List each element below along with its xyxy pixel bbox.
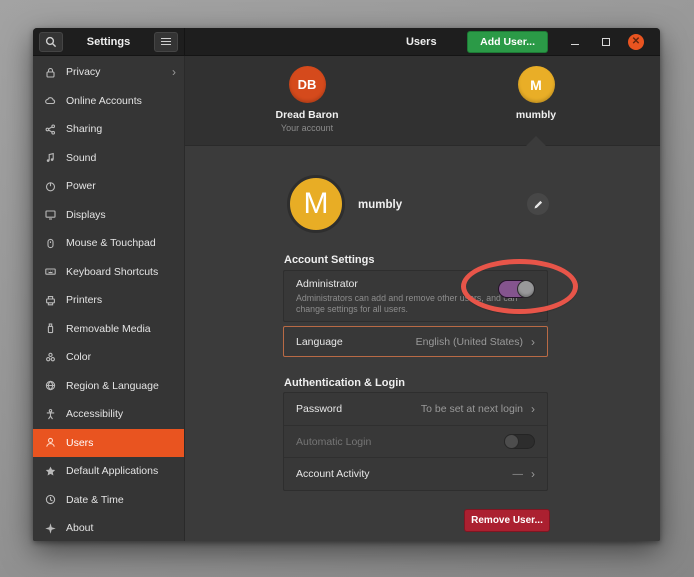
account-activity-value: — (513, 468, 524, 480)
user-name: mumbly (476, 109, 596, 121)
sidebar-item-default-applications[interactable]: Default Applications (33, 457, 184, 486)
page-title: Users (406, 36, 437, 48)
share-icon (43, 123, 57, 136)
sidebar-item-online-accounts[interactable]: Online Accounts (33, 87, 184, 116)
account-activity-label: Account Activity (296, 468, 370, 480)
printer-icon (43, 294, 57, 307)
pencil-icon (533, 199, 544, 210)
language-label: Language (296, 336, 343, 348)
accessibility-icon (43, 408, 57, 421)
sidebar-item-removable-media[interactable]: Removable Media (33, 315, 184, 344)
search-icon (45, 36, 57, 48)
sidebar-item-color[interactable]: Color (33, 343, 184, 372)
add-user-button[interactable]: Add User... (467, 31, 548, 53)
minimize-button[interactable] (570, 37, 580, 47)
chevron-right-icon: › (531, 402, 535, 416)
sidebar-item-accessibility[interactable]: Accessibility (33, 400, 184, 429)
auth-login-heading: Authentication & Login (284, 377, 405, 389)
keyboard-icon (43, 265, 57, 278)
mouse-icon (43, 237, 57, 250)
sidebar-item-date-time[interactable]: Date & Time (33, 486, 184, 515)
maximize-button[interactable] (602, 38, 610, 46)
sidebar-item-mouse-touchpad[interactable]: Mouse & Touchpad (33, 229, 184, 258)
users-panel: DB Dread Baron Your account M mumbly M m… (185, 56, 660, 541)
sidebar-item-printers[interactable]: Printers (33, 286, 184, 315)
sidebar-item-users[interactable]: Users (33, 429, 184, 458)
automatic-login-toggle[interactable] (504, 434, 535, 449)
user-card-dread-baron[interactable]: DB Dread Baron Your account (247, 66, 367, 133)
lock-icon (43, 66, 57, 79)
avatar: DB (289, 66, 326, 103)
administrator-toggle[interactable] (498, 280, 535, 298)
usb-icon (43, 322, 57, 335)
edit-name-button[interactable] (527, 193, 549, 215)
user-card-mumbly[interactable]: M mumbly (476, 66, 596, 121)
music-note-icon (43, 151, 57, 164)
password-value: To be set at next login (421, 403, 523, 415)
administrator-row[interactable]: Administrator Administrators can add and… (283, 270, 548, 322)
sidebar-item-region-language[interactable]: Region & Language (33, 372, 184, 401)
search-button[interactable] (39, 32, 63, 52)
headerbar-actions: Add User... ✕ (467, 31, 660, 53)
headerbar: Settings Users Add User... ✕ (33, 28, 660, 56)
settings-window: Settings Users Add User... ✕ Privacy › O… (33, 28, 660, 541)
headerbar-content-section: Users Add User... ✕ (185, 28, 660, 55)
sidebar-item-sharing[interactable]: Sharing (33, 115, 184, 144)
cloud-icon (43, 94, 57, 107)
user-name: Dread Baron (247, 109, 367, 121)
remove-user-button[interactable]: Remove User... (464, 509, 550, 532)
toggle-knob (504, 434, 519, 449)
username-label: mumbly (358, 199, 402, 211)
color-icon (43, 351, 57, 364)
sidebar-item-about[interactable]: About (33, 514, 184, 541)
avatar: M (518, 66, 555, 103)
chevron-right-icon: › (531, 335, 535, 349)
clock-icon (43, 493, 57, 506)
globe-icon (43, 379, 57, 392)
automatic-login-label: Automatic Login (296, 436, 371, 448)
selected-user-caret (526, 136, 546, 146)
person-icon (43, 436, 57, 449)
sidebar: Privacy › Online Accounts Sharing Sound … (33, 56, 185, 541)
sidebar-item-displays[interactable]: Displays (33, 201, 184, 230)
power-icon (43, 180, 57, 193)
toggle-knob (517, 280, 535, 298)
sidebar-item-power[interactable]: Power (33, 172, 184, 201)
headerbar-sidebar-section: Settings (33, 28, 185, 55)
chevron-right-icon: › (172, 65, 176, 79)
hamburger-icon (161, 38, 171, 45)
user-subtitle: Your account (247, 123, 367, 133)
user-avatar-large[interactable]: M (287, 175, 345, 233)
language-value: English (United States) (416, 336, 523, 348)
auth-login-group: Password To be set at next login › Autom… (283, 392, 548, 491)
display-icon (43, 208, 57, 221)
password-label: Password (296, 403, 342, 415)
password-row[interactable]: Password To be set at next login › (284, 393, 547, 425)
chevron-right-icon: › (531, 467, 535, 481)
sidebar-item-sound[interactable]: Sound (33, 144, 184, 173)
automatic-login-row[interactable]: Automatic Login (284, 425, 547, 457)
account-settings-heading: Account Settings (284, 254, 374, 266)
close-button[interactable]: ✕ (628, 34, 644, 50)
language-row[interactable]: Language English (United States) › (283, 326, 548, 357)
app-title: Settings (87, 36, 130, 48)
account-activity-row[interactable]: Account Activity — › (284, 457, 547, 489)
sparkle-icon (43, 522, 57, 535)
administrator-description: Administrators can add and remove other … (296, 293, 521, 314)
menu-button[interactable] (154, 32, 178, 52)
sidebar-item-privacy[interactable]: Privacy › (33, 58, 184, 87)
sidebar-item-keyboard-shortcuts[interactable]: Keyboard Shortcuts (33, 258, 184, 287)
user-carousel: DB Dread Baron Your account M mumbly (185, 56, 660, 146)
star-icon (43, 465, 57, 478)
